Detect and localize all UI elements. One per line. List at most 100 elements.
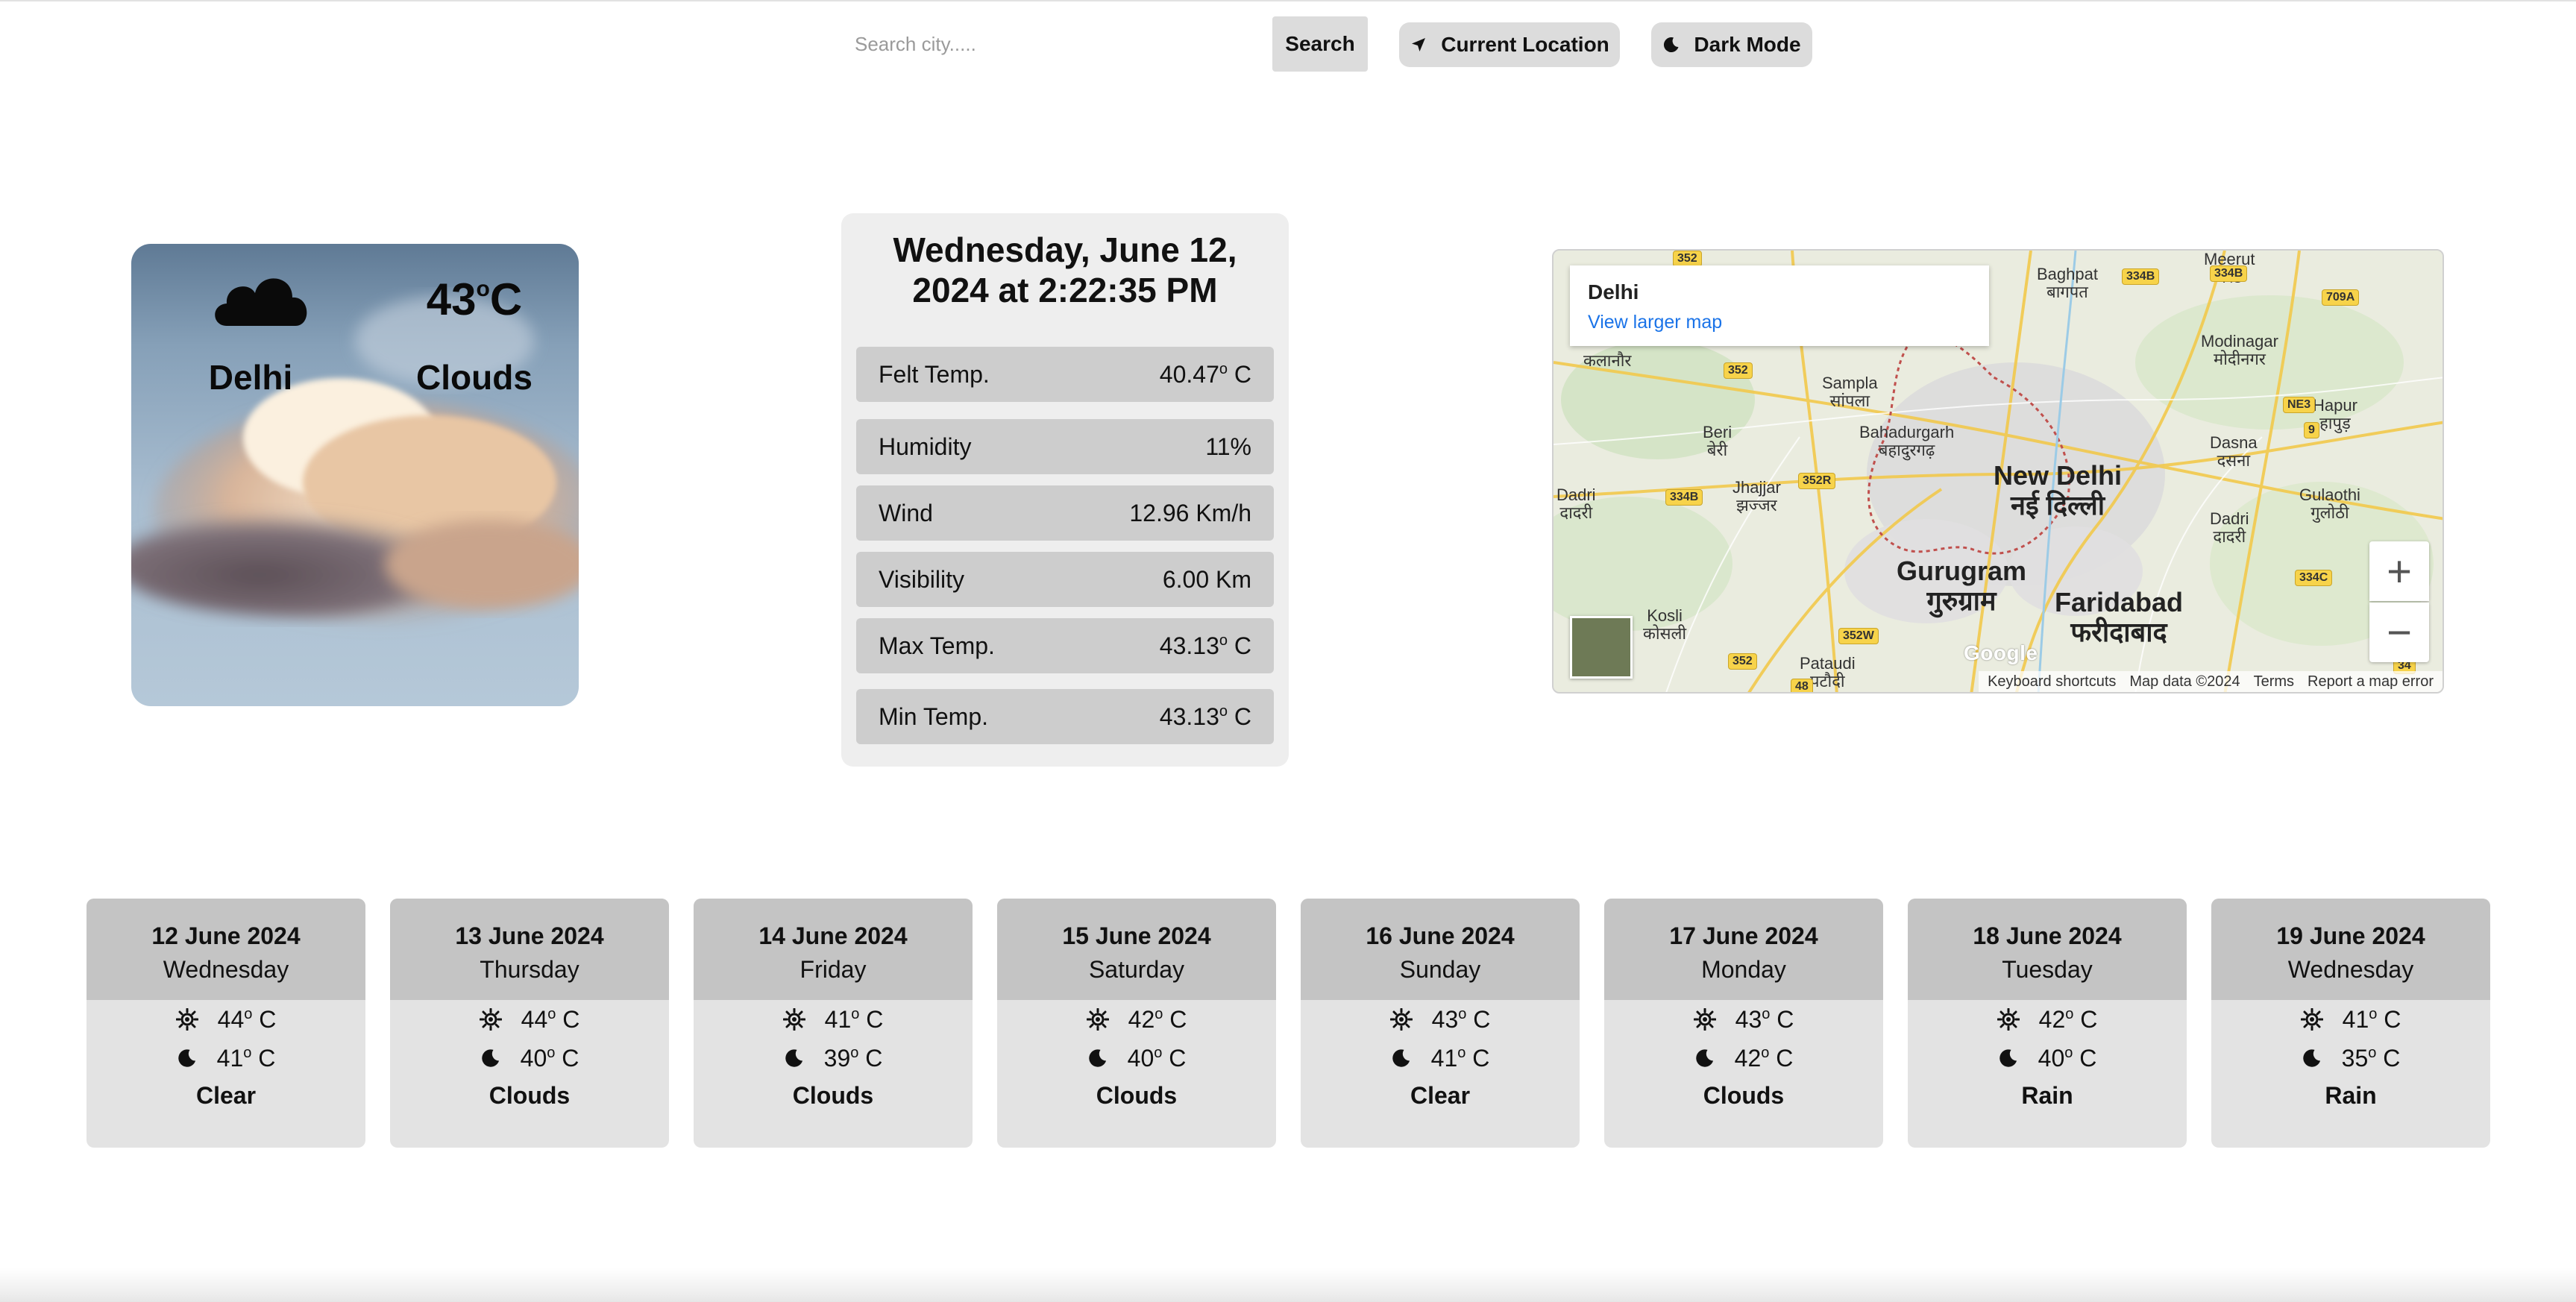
stat-label: Visibility <box>879 565 964 593</box>
degree-mark: o <box>476 277 490 301</box>
road-shield: 334B <box>2210 265 2248 282</box>
top-border <box>0 0 2576 1</box>
forecast-card: 12 June 2024 Wednesday 44o C 41o C Clear <box>87 899 365 1148</box>
forecast-date: 14 June 2024 <box>758 922 908 949</box>
forecast-low: 42o C <box>1604 1039 1883 1078</box>
map-label-bahadurgarh: Bahadurgarh बहादुरगढ़ <box>1859 423 1955 459</box>
zoom-out-button[interactable]: − <box>2369 603 2429 662</box>
forecast-condition: Rain <box>2021 1082 2073 1109</box>
forecast-date: 13 June 2024 <box>455 922 604 949</box>
forecast-day: Saturday <box>1088 956 1185 983</box>
forecast-condition: Clouds <box>1096 1082 1178 1109</box>
sun-icon <box>1086 1008 1109 1031</box>
forecast-condition: Clear <box>195 1082 257 1109</box>
forecast-card-header: 16 June 2024 Sunday <box>1301 899 1580 1000</box>
map-label-gurugram: Gurugram गुरुग्राम <box>1897 556 2027 616</box>
current-temp-value: 43 <box>426 274 477 324</box>
stat-label: Wind <box>879 499 933 526</box>
page-bottom-fade <box>0 1268 2576 1302</box>
road-shield: 352W <box>1838 628 1879 644</box>
map-embed[interactable]: New Delhi नई दिल्ली Gurugram गुरुग्राम Far… <box>1552 249 2444 694</box>
moon-icon <box>1999 1049 2017 1067</box>
stat-row-humidity: Humidity 11% <box>856 419 1274 474</box>
forecast-high: 43o C <box>1301 1000 1580 1039</box>
map-label-faridabad: Faridabad फरीदाबाद <box>2055 587 2184 647</box>
forecast-condition: Clouds <box>792 1082 874 1109</box>
forecast-high: 44o C <box>390 1000 669 1039</box>
forecast-date: 17 June 2024 <box>1669 922 1818 949</box>
current-location-button[interactable]: Current Location <box>1399 22 1620 67</box>
moon-icon <box>178 1049 195 1067</box>
stat-value: 40.47o C <box>1159 360 1251 388</box>
moon-icon <box>1392 1049 1410 1067</box>
map-data-attribution: Map data ©2024 <box>2129 673 2240 690</box>
sun-icon <box>175 1008 198 1031</box>
forecast-low: 40o C <box>1908 1039 2187 1078</box>
moon-icon <box>1695 1049 1713 1067</box>
stat-value: 43.13o C <box>1159 632 1251 659</box>
forecast-day: Sunday <box>1399 956 1481 983</box>
road-shield: 352 <box>1728 653 1757 670</box>
stat-row-max-temp: Max Temp. 43.13o C <box>856 618 1274 673</box>
map-label-kosli: Kosli कोसली <box>1643 606 1687 643</box>
road-shield: 709A <box>2322 289 2360 306</box>
stat-value: 12.96 Km/h <box>1129 499 1251 526</box>
stat-label: Max Temp. <box>879 632 995 659</box>
stat-row-wind: Wind 12.96 Km/h <box>856 485 1274 541</box>
map-label-dadri-west: Dadri दादरी <box>1556 485 1596 522</box>
satellite-layer-toggle[interactable] <box>1570 616 1633 679</box>
forecast-card-header: 15 June 2024 Saturday <box>997 899 1276 1000</box>
stat-label: Humidity <box>879 433 972 460</box>
forecast-card-header: 19 June 2024 Wednesday <box>2211 899 2490 1000</box>
datetime-line-1: Wednesday, June 12, <box>893 230 1237 269</box>
forecast-condition: Rain <box>2325 1082 2377 1109</box>
sun-icon <box>479 1008 502 1031</box>
terms-link[interactable]: Terms <box>2254 673 2294 691</box>
forecast-condition: Clear <box>1410 1082 1471 1109</box>
sun-icon <box>1389 1008 1413 1031</box>
forecast-low: 39o C <box>694 1039 973 1078</box>
map-label-gulaothi: Gulaothi गुलोठी <box>2299 485 2360 522</box>
road-shield: NE3 <box>2283 397 2316 413</box>
road-shield: 334B <box>2122 268 2160 285</box>
search-button[interactable]: Search <box>1272 16 1368 72</box>
search-button-label: Search <box>1285 32 1355 55</box>
map-label-sampla: Sampla सांपला <box>1822 374 1878 410</box>
stat-value: 6.00 Km <box>1162 565 1251 593</box>
keyboard-shortcuts-link[interactable]: Keyboard shortcuts <box>1988 673 2116 691</box>
sun-icon <box>2300 1008 2323 1031</box>
forecast-date: 15 June 2024 <box>1062 922 1211 949</box>
forecast-condition: Clouds <box>1703 1082 1785 1109</box>
forecast-high: 42o C <box>1908 1000 2187 1039</box>
forecast-low: 40o C <box>390 1039 669 1078</box>
map-label-new-delhi: New Delhi नई दिल्ली <box>1994 460 2123 521</box>
map-label-baghpat: Baghpat बागपत <box>2037 265 2098 301</box>
forecast-day: Wednesday <box>163 956 289 983</box>
forecast-low: 41o C <box>87 1039 365 1078</box>
forecast-card: 19 June 2024 Wednesday 41o C 35o C Rain <box>2211 899 2490 1148</box>
forecast-card-header: 18 June 2024 Tuesday <box>1908 899 2187 1000</box>
current-weather-card: 43oC Delhi Clouds <box>131 244 579 706</box>
forecast-card: 17 June 2024 Monday 43o C 42o C Clouds <box>1604 899 1883 1148</box>
dark-mode-button[interactable]: Dark Mode <box>1651 22 1812 67</box>
forecast-day: Wednesday <box>2287 956 2414 983</box>
map-label-hapur: Hapur हापुड़ <box>2313 396 2357 433</box>
forecast-date: 16 June 2024 <box>1366 922 1515 949</box>
forecast-card-header: 12 June 2024 Wednesday <box>87 899 365 1000</box>
forecast-high: 42o C <box>997 1000 1276 1039</box>
view-larger-map-link[interactable]: View larger map <box>1588 312 1971 333</box>
zoom-in-button[interactable]: + <box>2369 541 2429 601</box>
forecast-card-header: 13 June 2024 Thursday <box>390 899 669 1000</box>
forecast-day: Tuesday <box>2002 956 2093 983</box>
map-label-dasna: Dasna दसना <box>2210 433 2258 470</box>
location-arrow-icon <box>1412 38 1426 51</box>
forecast-card: 18 June 2024 Tuesday 42o C 40o C Rain <box>1908 899 2187 1148</box>
report-map-error-link[interactable]: Report a map error <box>2308 673 2434 691</box>
forecast-card-header: 14 June 2024 Friday <box>694 899 973 1000</box>
search-input[interactable] <box>829 16 1272 72</box>
forecast-high: 41o C <box>2211 1000 2490 1039</box>
forecast-high: 41o C <box>694 1000 973 1039</box>
current-temperature: 43oC <box>400 274 549 325</box>
forecast-day: Thursday <box>480 956 579 983</box>
stat-row-visibility: Visibility 6.00 Km <box>856 552 1274 607</box>
